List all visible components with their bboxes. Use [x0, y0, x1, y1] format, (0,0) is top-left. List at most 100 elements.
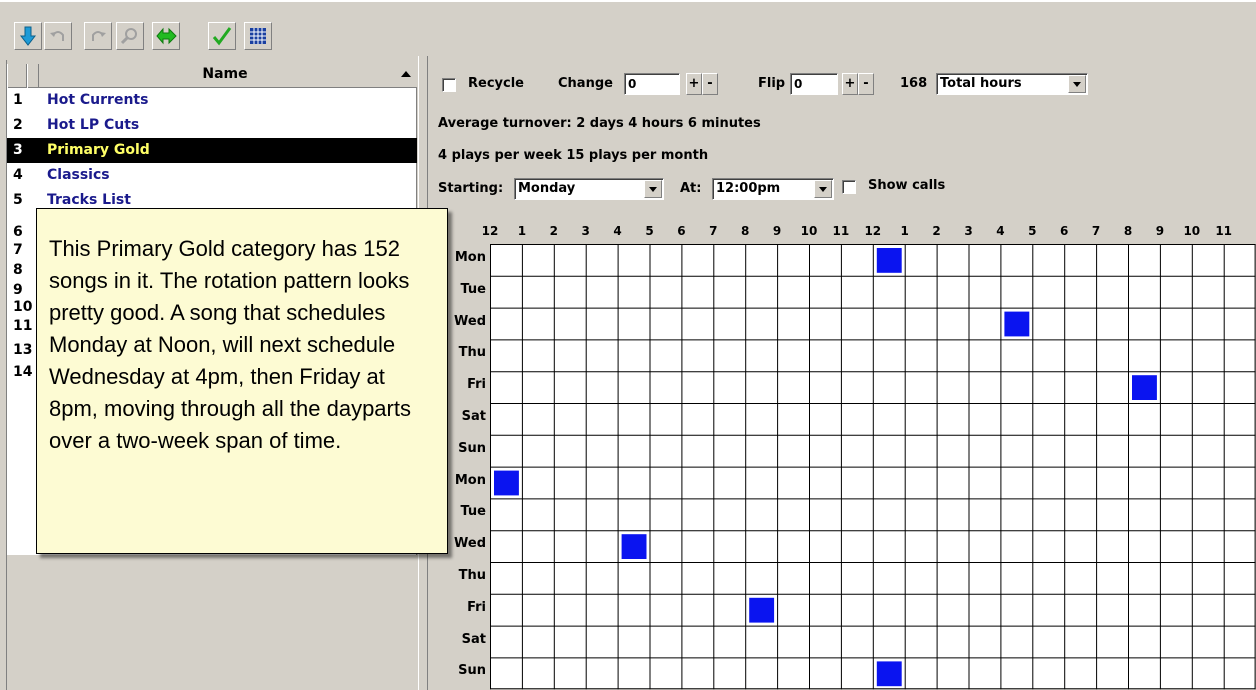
chevron-down-icon[interactable] — [814, 180, 832, 198]
play-arrow-icon — [155, 27, 177, 45]
scheduled-cell[interactable] — [749, 597, 775, 623]
hour-label: 10 — [1183, 224, 1201, 238]
scheduled-cell[interactable] — [494, 470, 519, 496]
list-empty-area — [7, 555, 417, 690]
row-number: 1 — [13, 92, 23, 108]
day-label: Thu — [458, 568, 486, 583]
hour-label: 1 — [517, 224, 527, 238]
change-minus-button[interactable]: - — [702, 73, 718, 95]
day-label: Sat — [461, 631, 486, 647]
list-item[interactable]: 2 Hot LP Cuts — [7, 113, 417, 138]
hour-label: 2 — [932, 224, 941, 238]
hours-select-value: Total hours — [940, 76, 1022, 91]
scheduled-cell[interactable] — [1132, 375, 1157, 400]
day-label: Mon — [454, 250, 486, 265]
hour-label: 12 — [864, 224, 882, 238]
change-label: Change — [558, 76, 613, 91]
hour-label: 11 — [832, 224, 850, 238]
day-label: Sat — [461, 409, 486, 424]
hour-label: 5 — [645, 224, 654, 238]
hour-label: 2 — [549, 224, 558, 238]
list-header: Name — [7, 64, 417, 88]
play-button[interactable] — [152, 22, 180, 50]
list-header-name[interactable]: Name — [47, 66, 403, 82]
hour-label: 7 — [709, 224, 718, 238]
down-arrow-button[interactable] — [14, 22, 42, 50]
down-arrow-icon — [19, 26, 37, 46]
list-item[interactable]: 4 Classics — [7, 163, 417, 188]
hour-label: 7 — [1091, 224, 1101, 238]
sort-up-icon[interactable] — [401, 71, 411, 77]
starting-day-select[interactable]: Monday — [514, 178, 664, 200]
undo-icon — [49, 27, 67, 45]
hour-label: 12 — [481, 224, 499, 238]
confirm-button[interactable] — [208, 22, 236, 50]
row-name: Primary Gold — [47, 142, 150, 158]
starting-label: Starting: — [438, 181, 504, 196]
scheduled-cell[interactable] — [876, 248, 902, 273]
average-turnover-text: Average turnover: 2 days 4 hours 6 minut… — [438, 116, 761, 131]
list-item[interactable]: 1 Hot Currents — [7, 88, 417, 113]
undo-button[interactable] — [44, 22, 72, 50]
day-label: Sun — [458, 440, 486, 456]
day-label: Fri — [467, 599, 486, 615]
change-input[interactable]: 0 — [624, 73, 680, 95]
start-time-select[interactable]: 12:00pm — [712, 178, 834, 200]
search-icon — [121, 27, 139, 45]
hour-label: 9 — [772, 224, 782, 238]
flip-label: Flip — [758, 76, 786, 91]
grid-icon — [249, 27, 267, 45]
redo-button[interactable] — [84, 22, 112, 50]
scheduled-cell[interactable] — [1004, 311, 1030, 337]
change-plus-button[interactable]: + — [686, 73, 702, 95]
at-label: At: — [680, 181, 702, 196]
row-number: 3 — [13, 142, 23, 158]
rotation-grid[interactable] — [490, 244, 1256, 690]
flip-input[interactable]: 0 — [790, 73, 838, 95]
day-label: Wed — [454, 313, 486, 329]
day-label: Thu — [458, 345, 486, 361]
scheduled-cell[interactable] — [621, 534, 647, 559]
hour-label: 10 — [800, 224, 818, 238]
row-name: Hot Currents — [47, 92, 149, 108]
day-label: Fri — [467, 377, 486, 393]
hour-label: 8 — [1123, 224, 1133, 238]
hours-value: 168 — [900, 76, 928, 91]
starting-day-value: Monday — [518, 181, 576, 196]
day-label: Wed — [454, 536, 486, 552]
help-tooltip: This Primary Gold category has 152 songs… — [36, 208, 448, 554]
flip-minus-button[interactable]: - — [858, 73, 874, 95]
search-button[interactable] — [116, 22, 144, 50]
day-label: Mon — [454, 472, 486, 488]
hour-label: 4 — [996, 224, 1005, 238]
list-header-col-b[interactable] — [27, 64, 39, 88]
grid-view-button[interactable] — [244, 22, 272, 50]
flip-plus-button[interactable]: + — [842, 73, 858, 95]
show-calls-checkbox[interactable] — [842, 180, 856, 194]
hour-label: 9 — [1155, 224, 1165, 238]
list-item-selected[interactable]: 3 Primary Gold — [7, 138, 417, 163]
chevron-down-icon[interactable] — [1068, 75, 1086, 93]
toolbar — [0, 0, 1256, 56]
day-label: Sun — [458, 663, 486, 679]
hour-label: 8 — [741, 224, 750, 238]
show-calls-label: Show calls — [868, 178, 946, 193]
hour-label: 3 — [964, 224, 973, 238]
hour-label: 5 — [1028, 224, 1037, 238]
chevron-down-icon[interactable] — [644, 180, 662, 198]
hour-label: 3 — [581, 224, 590, 238]
checkmark-icon — [212, 26, 232, 46]
hour-label: 1 — [900, 224, 909, 238]
recycle-label: Recycle — [468, 76, 524, 91]
scheduled-cell[interactable] — [876, 661, 902, 687]
hour-label: 4 — [613, 224, 622, 238]
row-number: 4 — [13, 167, 23, 183]
row-number: 2 — [13, 117, 23, 133]
hour-label: 6 — [677, 224, 686, 238]
recycle-checkbox[interactable] — [442, 78, 456, 92]
day-label: Tue — [460, 281, 486, 297]
list-header-col-a[interactable] — [7, 64, 27, 88]
hours-select[interactable]: Total hours — [936, 73, 1088, 95]
row-name: Hot LP Cuts — [47, 117, 140, 133]
start-time-value: 12:00pm — [716, 181, 781, 196]
